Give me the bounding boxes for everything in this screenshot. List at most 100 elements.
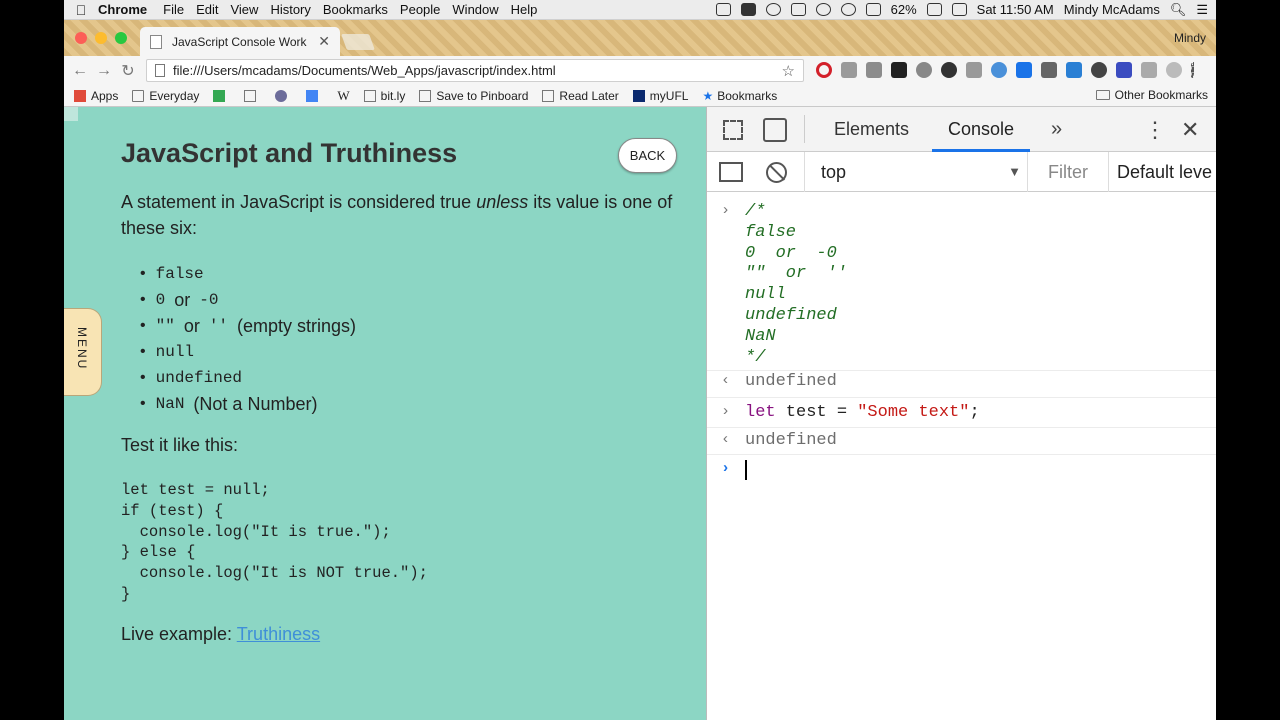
- extension-icon[interactable]: [966, 62, 982, 78]
- eye-extension-icon[interactable]: [1091, 62, 1107, 78]
- kebab-menu-icon[interactable]: ⋮: [1144, 107, 1166, 152]
- result-arrow-icon: ‹: [721, 431, 731, 448]
- bookmark-translate[interactable]: [306, 89, 323, 102]
- extension-icon[interactable]: [1041, 62, 1057, 78]
- menu-bookmarks[interactable]: Bookmarks: [323, 2, 398, 17]
- page-icon: [419, 89, 432, 102]
- battery-icon[interactable]: [926, 3, 942, 16]
- bookmark-apps[interactable]: Apps: [74, 89, 118, 103]
- log-levels-dropdown[interactable]: Default leve: [1108, 152, 1212, 192]
- device-toolbar-icon[interactable]: [763, 118, 787, 142]
- code-example: let test = null; if (test) { console.log…: [121, 481, 428, 603]
- chrome-menu-icon[interactable]: [1191, 62, 1195, 78]
- extension-icon[interactable]: [891, 62, 907, 78]
- forward-arrow-icon[interactable]: →: [92, 62, 116, 80]
- bookmark-wikipedia[interactable]: W: [337, 88, 349, 104]
- zoom-window-button[interactable]: [115, 32, 127, 44]
- truthiness-link[interactable]: Truthiness: [237, 624, 320, 644]
- page-icon: [244, 89, 257, 102]
- bookmark-read-later[interactable]: Read Later: [542, 89, 619, 103]
- tab-elements[interactable]: Elements: [818, 107, 925, 152]
- bookmark-star-icon[interactable]: ☆: [782, 62, 803, 80]
- user-name[interactable]: Mindy McAdams: [1064, 2, 1160, 17]
- opera-extension-icon[interactable]: [816, 62, 832, 78]
- extension-icon[interactable]: [1116, 62, 1132, 78]
- profile-button[interactable]: Mindy: [1164, 26, 1216, 50]
- menu-edit[interactable]: Edit: [196, 2, 228, 17]
- page-info-icon[interactable]: [155, 64, 165, 77]
- shield-icon[interactable]: [790, 3, 806, 16]
- volume-icon[interactable]: [865, 3, 881, 16]
- camera-extension-icon[interactable]: [1141, 62, 1157, 78]
- divider: [804, 115, 805, 143]
- bookmark-everyday[interactable]: Everyday: [132, 89, 199, 103]
- menu-tab[interactable]: MENU: [64, 308, 102, 396]
- live-example: Live example: Truthiness: [121, 624, 321, 644]
- extension-icon[interactable]: [991, 62, 1007, 78]
- bookmark-pinboard[interactable]: Save to Pinboard: [419, 89, 528, 103]
- bookmarks-bar: Apps Everyday W bit.ly Save to Pinboard …: [64, 85, 1216, 107]
- divider: [707, 427, 1216, 428]
- console-sidebar-icon[interactable]: [719, 162, 743, 182]
- bookmark-myufl[interactable]: myUFL: [632, 89, 688, 103]
- gear-extension-icon[interactable]: [916, 62, 932, 78]
- app-menu[interactable]: Chrome: [98, 2, 161, 17]
- tab-strip: JavaScript Console Work ✕ Mindy: [64, 20, 1216, 56]
- page-corner: [64, 107, 78, 121]
- intro-paragraph: A statement in JavaScript is considered …: [121, 192, 673, 238]
- extension-icon[interactable]: [866, 62, 882, 78]
- back-arrow-icon[interactable]: ←: [68, 62, 92, 80]
- minimize-window-button[interactable]: [95, 32, 107, 44]
- list-item: undefined: [140, 365, 356, 391]
- back-button[interactable]: BACK: [618, 138, 677, 173]
- extension-icon[interactable]: [1166, 62, 1182, 78]
- extension-icon[interactable]: [1066, 62, 1082, 78]
- other-bookmarks[interactable]: Other Bookmarks: [1095, 88, 1208, 102]
- falsy-values-list: false 0or-0 ""or''(empty strings) null u…: [140, 261, 356, 417]
- paw-extension-icon[interactable]: [941, 62, 957, 78]
- url-text[interactable]: file:///Users/mcadams/Documents/Web_Apps…: [173, 63, 782, 78]
- apple-icon[interactable]: : [64, 2, 98, 18]
- menu-file[interactable]: File: [163, 2, 194, 17]
- address-bar[interactable]: file:///Users/mcadams/Documents/Web_Apps…: [146, 59, 804, 82]
- tab-console[interactable]: Console: [932, 107, 1031, 152]
- bookmark-bookmarks[interactable]: ★ Bookmarks: [702, 89, 777, 103]
- wifi-icon[interactable]: [840, 3, 856, 16]
- clear-console-icon[interactable]: [766, 162, 787, 183]
- bookmark-page[interactable]: [244, 89, 261, 102]
- reload-icon[interactable]: ↻: [116, 61, 140, 81]
- menu-help[interactable]: Help: [511, 2, 548, 17]
- divider: [707, 397, 1216, 398]
- close-icon[interactable]: ✕: [1181, 107, 1199, 152]
- context-selector[interactable]: top ▼: [804, 152, 1028, 192]
- bluetooth-icon[interactable]: [815, 3, 831, 16]
- extension-icon[interactable]: [841, 62, 857, 78]
- devtools-panel: Elements Console » ⋮ ✕ top ▼ Filter Defau…: [706, 107, 1216, 720]
- bookmark-bitly[interactable]: bit.ly: [363, 89, 405, 103]
- menu-history[interactable]: History: [270, 2, 320, 17]
- prompt-chevron-icon: ›: [721, 460, 731, 477]
- spotlight-icon[interactable]: 🔍︎: [1170, 2, 1187, 18]
- extension-icon[interactable]: [1016, 62, 1032, 78]
- menu-window[interactable]: Window: [452, 2, 508, 17]
- menu-people[interactable]: People: [400, 2, 450, 17]
- page-icon: [150, 34, 162, 49]
- web-page: JavaScript and Truthiness BACK A stateme…: [64, 107, 706, 720]
- menu-view[interactable]: View: [230, 2, 268, 17]
- notification-center-icon[interactable]: ☰: [1196, 2, 1208, 18]
- more-tabs-icon[interactable]: »: [1051, 107, 1062, 152]
- close-window-button[interactable]: [75, 32, 87, 44]
- filter-input[interactable]: Filter: [1048, 152, 1088, 192]
- browser-tab[interactable]: JavaScript Console Work ✕: [140, 27, 340, 56]
- inspect-element-icon[interactable]: [723, 120, 743, 140]
- bookmark-flower[interactable]: [275, 89, 292, 102]
- bookmark-maps[interactable]: [213, 89, 230, 102]
- clock[interactable]: Sat 11:50 AM: [977, 2, 1054, 17]
- tab-close-icon[interactable]: ✕: [318, 33, 330, 50]
- cloud-icon[interactable]: [765, 3, 781, 16]
- calendar-icon[interactable]: [951, 3, 967, 16]
- tab-title: JavaScript Console Work: [172, 34, 307, 49]
- screen-record-icon[interactable]: [715, 3, 731, 16]
- new-tab-button[interactable]: [341, 34, 375, 50]
- dropbox-icon[interactable]: [740, 3, 756, 16]
